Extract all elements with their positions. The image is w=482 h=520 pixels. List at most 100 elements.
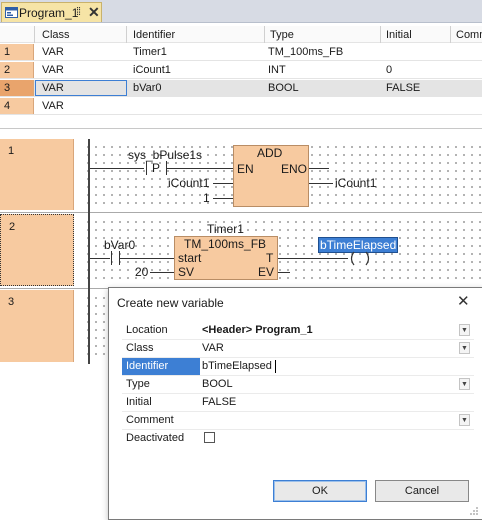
- column-divider: [450, 26, 451, 43]
- row-number[interactable]: 3: [0, 80, 34, 96]
- wire: [309, 183, 333, 184]
- text-caret: [275, 360, 276, 373]
- wire: [150, 272, 174, 273]
- input-constant[interactable]: 1: [203, 191, 210, 205]
- header-initial[interactable]: Initial: [386, 29, 412, 41]
- table-row[interactable]: 1 VAR Timer1 TM_100ms_FB: [0, 44, 482, 61]
- cell-identifier[interactable]: bVar0: [133, 82, 162, 94]
- chevron-down-icon[interactable]: ▼: [459, 414, 470, 426]
- header-type[interactable]: Type: [270, 29, 294, 41]
- ok-button[interactable]: OK: [273, 480, 367, 502]
- contact-variable[interactable]: bVar0: [104, 238, 135, 252]
- field-label: Type: [126, 378, 150, 390]
- pin-en: EN: [237, 162, 254, 176]
- cell-type[interactable]: TM_100ms_FB: [268, 46, 343, 58]
- pin-sv: SV: [178, 265, 195, 279]
- block-title: ADD: [257, 146, 283, 160]
- variable-grid: Class Identifier Type Initial Comm 1 VAR…: [0, 26, 482, 118]
- field-label: Location: [126, 324, 168, 336]
- wire: [213, 183, 233, 184]
- cell-identifier[interactable]: iCount1: [133, 64, 171, 76]
- field-class[interactable]: Class VAR ▼: [122, 340, 474, 358]
- chevron-down-icon[interactable]: ▼: [459, 378, 470, 390]
- field-identifier[interactable]: Identifier bTimeElapsed: [122, 358, 474, 376]
- field-label: Comment: [126, 414, 174, 426]
- program-icon: [5, 7, 18, 18]
- contact-bar: [111, 251, 112, 265]
- column-divider: [380, 26, 381, 43]
- resize-grip-icon[interactable]: [469, 506, 479, 516]
- network-2-header[interactable]: 2: [0, 214, 74, 286]
- header-identifier[interactable]: Identifier: [133, 29, 175, 41]
- tab-label: Program_1: [19, 6, 79, 20]
- cell-class[interactable]: VAR: [42, 64, 64, 76]
- location-value[interactable]: <Header> Program_1: [202, 324, 313, 336]
- wire: [167, 168, 233, 169]
- deactivated-checkbox[interactable]: [204, 432, 215, 443]
- input-variable[interactable]: iCount1: [168, 176, 209, 190]
- block-title: TM_100ms_FB: [184, 237, 267, 251]
- wire: [90, 258, 110, 259]
- initial-value[interactable]: FALSE: [202, 396, 236, 408]
- cancel-button[interactable]: Cancel: [375, 480, 469, 502]
- cell-type[interactable]: INT: [268, 64, 286, 76]
- wire: [120, 258, 174, 259]
- dialog-title: Create new variable: [117, 296, 224, 310]
- cell-initial[interactable]: 0: [386, 64, 392, 76]
- field-initial[interactable]: Initial FALSE: [122, 394, 474, 412]
- output-variable[interactable]: iCount1: [335, 176, 376, 190]
- tab-program-1[interactable]: Program_1 ⁞⁞ ✕: [1, 2, 102, 22]
- edge-marker: P: [152, 161, 161, 175]
- field-type[interactable]: Type BOOL ▼: [122, 376, 474, 394]
- chevron-down-icon[interactable]: ▼: [459, 342, 470, 354]
- cell-class[interactable]: VAR: [42, 82, 64, 94]
- row-number[interactable]: 1: [0, 44, 34, 60]
- close-tab-icon[interactable]: ✕: [88, 4, 100, 21]
- wire: [309, 168, 329, 169]
- preset-constant[interactable]: 20: [135, 265, 148, 279]
- field-label: Initial: [126, 396, 152, 408]
- class-value[interactable]: VAR: [202, 342, 224, 354]
- field-label: Deactivated: [126, 432, 185, 444]
- field-deactivated[interactable]: Deactivated: [122, 430, 474, 448]
- contact-variable[interactable]: sys_bPulse1s: [128, 148, 202, 162]
- field-label: Class: [126, 342, 154, 354]
- pin-icon[interactable]: ⁞⁞: [76, 6, 81, 18]
- field-comment[interactable]: Comment ▼: [122, 412, 474, 430]
- wire: [278, 272, 290, 273]
- cell-initial[interactable]: FALSE: [386, 82, 420, 94]
- cell-type[interactable]: BOOL: [268, 82, 299, 94]
- pin-ev: EV: [258, 265, 275, 279]
- wire: [213, 198, 233, 199]
- close-icon[interactable]: ✕: [457, 292, 470, 310]
- identifier-input[interactable]: bTimeElapsed: [202, 360, 272, 372]
- coil-icon[interactable]: [347, 251, 373, 266]
- table-row[interactable]: 2 VAR iCount1 INT 0: [0, 62, 482, 79]
- network-3-header[interactable]: 3: [0, 290, 74, 362]
- field-location[interactable]: Location <Header> Program_1 ▼: [122, 322, 474, 340]
- header-class[interactable]: Class: [42, 29, 70, 41]
- contact-bar: [146, 161, 147, 175]
- pin-start: start: [178, 251, 202, 265]
- cell-class[interactable]: VAR: [42, 100, 64, 112]
- pin-eno: ENO: [281, 162, 308, 176]
- table-row-selected[interactable]: 3 VAR bVar0 BOOL FALSE: [0, 80, 482, 97]
- network-1-header[interactable]: 1: [0, 139, 74, 210]
- cell-identifier[interactable]: Timer1: [133, 46, 167, 58]
- create-variable-dialog[interactable]: Create new variable ✕ Location <Header> …: [108, 287, 482, 520]
- wire: [90, 168, 144, 169]
- field-label: Identifier: [122, 358, 200, 375]
- chevron-down-icon[interactable]: ▼: [459, 324, 470, 336]
- table-row[interactable]: 4 VAR: [0, 98, 482, 115]
- row-number[interactable]: 4: [0, 98, 34, 114]
- row-number[interactable]: 2: [0, 62, 34, 78]
- column-divider: [34, 26, 35, 43]
- type-value[interactable]: BOOL: [202, 378, 233, 390]
- column-divider: [126, 26, 127, 43]
- wire: [278, 258, 348, 259]
- timer-instance[interactable]: Timer1: [207, 222, 244, 236]
- cell-class[interactable]: VAR: [42, 46, 64, 58]
- pin-t: T: [266, 251, 274, 265]
- header-comment[interactable]: Comm: [456, 29, 482, 41]
- column-divider: [264, 26, 265, 43]
